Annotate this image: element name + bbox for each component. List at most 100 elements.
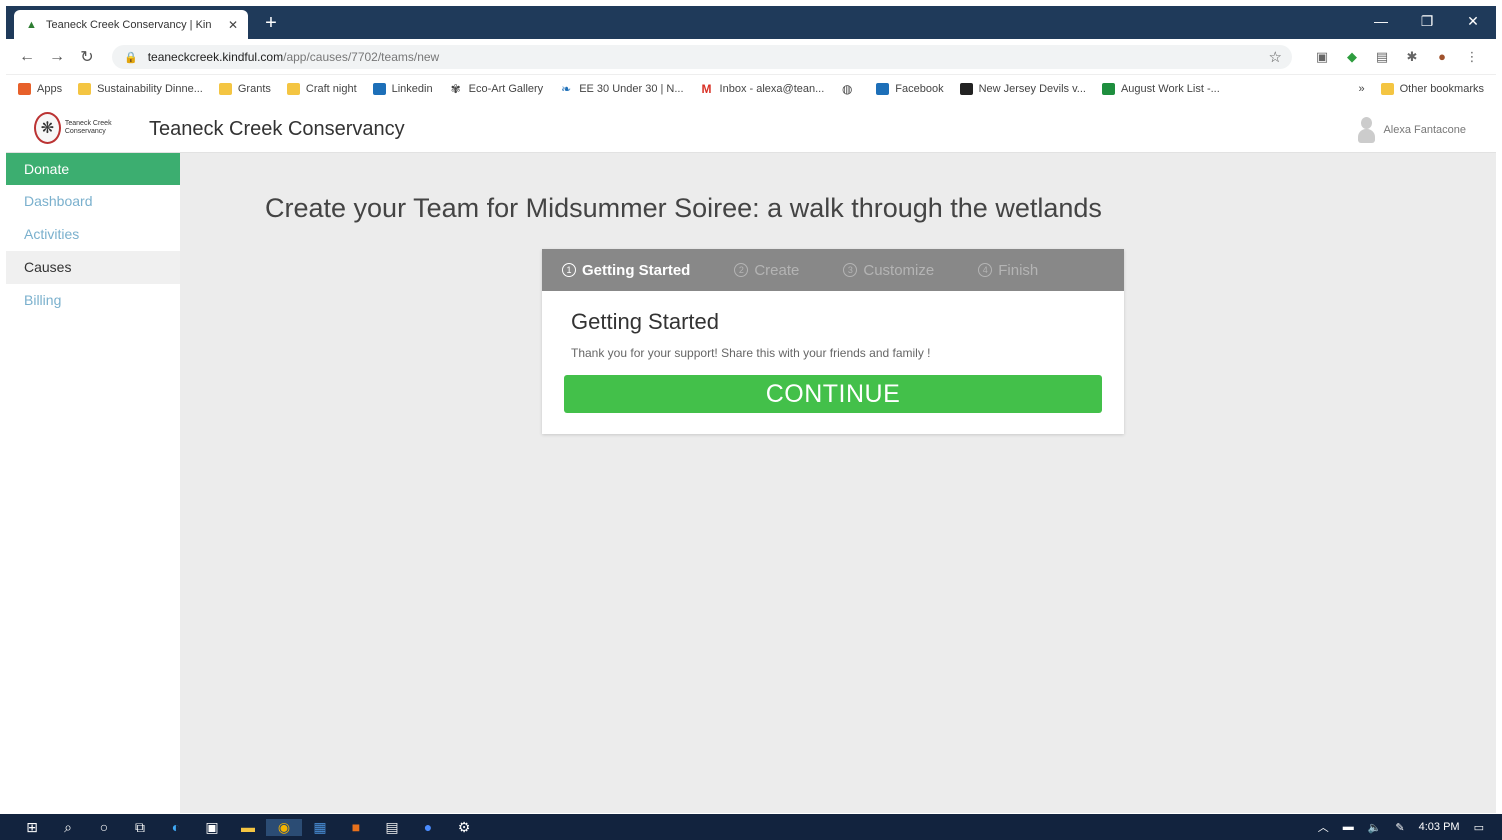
other-bookmarks[interactable]: Other bookmarks — [1380, 83, 1484, 95]
bookmark-nj-devils[interactable]: New Jersey Devils v... — [959, 83, 1086, 95]
user-avatar-icon — [1357, 117, 1376, 143]
acrobat-icon[interactable]: ▤ — [374, 819, 410, 836]
team-wizard-card: 1 Getting Started 2 Create 3 Customize 4… — [542, 249, 1124, 434]
devils-icon — [959, 83, 973, 95]
tab-title: Teaneck Creek Conservancy | Kin — [46, 18, 212, 31]
tab-close-icon[interactable]: ✕ — [226, 18, 240, 32]
new-tab-button[interactable]: + — [258, 11, 284, 35]
step-number: 3 — [843, 263, 858, 277]
org-logo-icon: ❋ — [34, 112, 61, 144]
notifications-icon[interactable]: ▭ — [1474, 821, 1484, 834]
bookmark-eco-art[interactable]: ✾ Eco-Art Gallery — [449, 82, 544, 96]
bookmark-sustainability[interactable]: Sustainability Dinne... — [78, 83, 203, 95]
main-content: Create your Team for Midsummer Soiree: a… — [180, 153, 1496, 813]
browser-tab[interactable]: ▲ Teaneck Creek Conservancy | Kin ✕ — [14, 10, 248, 39]
extension-icon[interactable]: ▣ — [1312, 47, 1332, 67]
step-finish: 4 Finish — [978, 262, 1038, 279]
settings-gear-icon[interactable]: ⚙ — [446, 819, 482, 836]
bookmark-inbox[interactable]: M Inbox - alexa@tean... — [700, 82, 825, 96]
bookmarks-right: » Other bookmarks — [1359, 76, 1484, 102]
window-controls: — ❐ ✕ — [1358, 6, 1496, 39]
windows-start-icon[interactable]: ⊞ — [14, 819, 50, 836]
store-icon[interactable]: ▣ — [194, 819, 230, 836]
browser-tab-strip: ▲ Teaneck Creek Conservancy | Kin ✕ + — … — [6, 6, 1496, 39]
volume-icon[interactable]: 🔈 — [1368, 821, 1382, 834]
restore-icon[interactable]: ❐ — [1404, 6, 1450, 39]
file-explorer-icon[interactable]: ▬ — [230, 819, 266, 835]
org-name: Teaneck Creek Conservancy — [149, 118, 405, 140]
sidebar-item-causes[interactable]: Causes — [6, 251, 180, 284]
step-number: 4 — [978, 263, 993, 277]
sheets-icon — [1101, 83, 1115, 95]
pen-icon[interactable]: ✎ — [1395, 821, 1404, 834]
sidebar-item-billing[interactable]: Billing — [6, 284, 180, 317]
extension-icon[interactable]: ◆ — [1342, 47, 1362, 67]
puzzle-icon[interactable]: ✱ — [1402, 47, 1422, 67]
continue-button[interactable]: CONTINUE — [564, 375, 1102, 413]
bookmark-craft-night[interactable]: Craft night — [286, 83, 357, 95]
step-label: Finish — [998, 261, 1039, 279]
minimize-icon[interactable]: — — [1358, 6, 1404, 39]
system-tray: ︿ ▬ 🔈 ✎ 4:03 PM ▭ — [1318, 814, 1484, 840]
menu-dots-icon[interactable]: ⋮ — [1462, 47, 1482, 67]
extensions-area: ▣ ◆ ▤ ✱ ● ⋮ — [1312, 47, 1482, 67]
folder-icon — [78, 83, 92, 95]
profile-avatar-icon[interactable]: ● — [1432, 47, 1452, 67]
bookmarks-bar: Apps Sustainability Dinne... Grants Craf… — [6, 76, 1496, 102]
bookmark-globe[interactable]: ◍ — [840, 82, 860, 96]
screen: ▲ Teaneck Creek Conservancy | Kin ✕ + — … — [0, 0, 1502, 840]
folder-icon — [218, 83, 232, 95]
bookmark-facebook[interactable]: Facebook — [876, 83, 944, 95]
org-logo[interactable]: ❋ Teaneck Creek Conservancy — [34, 109, 138, 147]
ee-icon: ❧ — [561, 82, 572, 96]
bookmark-linkedin[interactable]: Linkedin — [372, 83, 433, 95]
tray-chevron-up-icon[interactable]: ︿ — [1318, 819, 1329, 835]
app-header: ❋ Teaneck Creek Conservancy Teaneck Cree… — [6, 103, 1496, 153]
chrome-icon[interactable]: ◉ — [266, 818, 302, 836]
clock-time[interactable]: 4:03 PM — [1419, 821, 1460, 833]
cortana-icon[interactable]: ○ — [86, 819, 122, 835]
office-icon[interactable]: ■ — [338, 819, 374, 835]
bookmark-august-work-list[interactable]: August Work List -... — [1101, 83, 1220, 95]
apps-grid-icon — [18, 83, 31, 95]
forward-arrow-icon[interactable]: → — [42, 48, 72, 66]
bookmarks-overflow-icon[interactable]: » — [1359, 83, 1365, 95]
gmail-icon: M — [701, 82, 712, 96]
close-window-icon[interactable]: ✕ — [1450, 6, 1496, 39]
step-label: Getting Started — [582, 261, 691, 279]
bookmark-ee30[interactable]: ❧ EE 30 Under 30 | N... — [559, 82, 683, 96]
step-customize: 3 Customize — [843, 262, 934, 279]
card-description: Thank you for your support! Share this w… — [571, 346, 931, 360]
eco-art-icon: ✾ — [450, 82, 461, 96]
back-arrow-icon[interactable]: ← — [12, 48, 42, 66]
task-view-icon[interactable]: ⧉ — [122, 819, 158, 836]
windows-taskbar: ⊞ ⌕ ○ ⧉ ◐ ▣ ▬ ◉ ▦ ■ ▤ ● ⚙ ︿ ▬ 🔈 ✎ 4:03 P… — [0, 814, 1502, 840]
step-getting-started: 1 Getting Started — [562, 262, 690, 279]
zoom-icon[interactable]: ● — [410, 819, 446, 835]
network-icon[interactable]: ▬ — [1343, 821, 1354, 833]
taskbar-icons: ⊞ ⌕ ○ ⧉ ◐ ▣ ▬ ◉ ▦ ■ ▤ ● ⚙ — [0, 818, 482, 836]
org-logo-text: Teaneck Creek Conservancy — [64, 120, 112, 135]
wizard-steps: 1 Getting Started 2 Create 3 Customize 4… — [542, 249, 1124, 291]
user-name: Alexa Fantacone — [1383, 124, 1466, 136]
sidebar-item-activities[interactable]: Activities — [6, 218, 180, 251]
address-bar[interactable]: 🔒 teaneckcreek.kindful.com/app/causes/77… — [112, 45, 1292, 69]
extension-icon[interactable]: ▤ — [1372, 47, 1392, 67]
bookmark-apps[interactable]: Apps — [18, 83, 62, 95]
page-title: Create your Team for Midsummer Soiree: a… — [265, 193, 1102, 223]
edge-icon[interactable]: ◐ — [158, 819, 194, 835]
linkedin-icon — [372, 83, 386, 95]
step-label: Create — [754, 261, 800, 279]
sidebar-item-dashboard[interactable]: Dashboard — [6, 185, 180, 218]
word-icon[interactable]: ▦ — [302, 819, 338, 836]
reload-icon[interactable]: ↻ — [72, 47, 102, 67]
sidebar-item-donate[interactable]: Donate — [6, 153, 180, 185]
bookmark-grants[interactable]: Grants — [218, 83, 271, 95]
search-icon[interactable]: ⌕ — [50, 819, 86, 836]
sidebar: Donate Dashboard Activities Causes Billi… — [6, 153, 180, 813]
bookmark-star-icon[interactable]: ☆ — [1269, 48, 1282, 66]
lock-icon: 🔒 — [124, 51, 138, 64]
folder-icon — [286, 83, 300, 95]
globe-icon: ◍ — [842, 82, 853, 96]
user-menu[interactable]: Alexa Fantacone — [1357, 117, 1466, 143]
